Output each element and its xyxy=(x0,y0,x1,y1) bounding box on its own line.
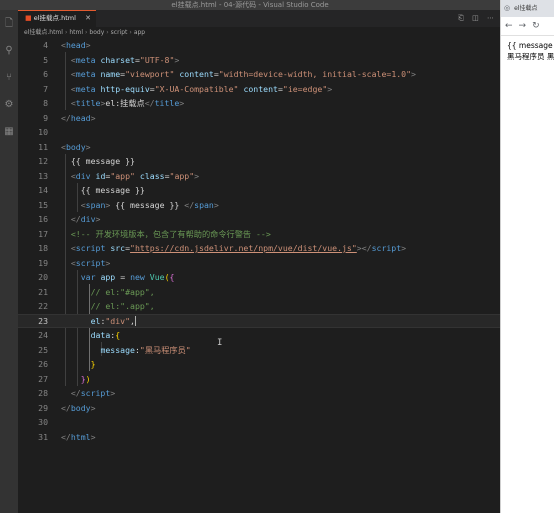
source-control-icon[interactable]: ⑂ xyxy=(0,64,18,91)
text-cursor-icon: I xyxy=(217,338,223,348)
code-line: 13 <div id="app" class="app"> xyxy=(38,170,200,181)
vue-cdn-link[interactable]: "https://cdn.jsdelivr.net/npm/vue/dist/v… xyxy=(130,243,357,253)
globe-icon: ◎ xyxy=(504,4,511,12)
tab-actions: ⎗ ◫ ⋯ xyxy=(452,10,494,27)
code-line: 8 <title>el:挂载点</title> xyxy=(43,98,185,108)
code-line: 10 xyxy=(38,127,48,137)
tab-el-mount[interactable]: ■ el挂载点.html ✕ xyxy=(18,10,96,27)
browser-preview: ◎el挂载点 ← → ↻ {{ message }} 黑马程序员 黑 xyxy=(500,0,554,513)
code-line: 5 <meta charset="UTF-8"> xyxy=(43,54,180,65)
debug-icon[interactable]: ⚙ xyxy=(0,91,18,118)
breadcrumb-app[interactable]: app xyxy=(134,29,145,36)
extensions-icon[interactable]: ▦ xyxy=(0,118,18,145)
code-line: 15 <span> {{ message }} </span> xyxy=(38,199,219,210)
code-line: 26 } xyxy=(38,359,96,369)
editor-tab-bar: ■ el挂载点.html ✕ ⎗ ◫ ⋯ xyxy=(18,10,500,27)
browser-nav: ← → ↻ xyxy=(501,17,554,36)
back-arrow-icon[interactable]: ← xyxy=(505,21,513,31)
reload-icon[interactable]: ↻ xyxy=(532,21,540,31)
code-line: 29 </body> xyxy=(38,402,96,413)
code-line: 4 <head> xyxy=(43,40,91,50)
code-line: 20 var app = new Vue({ xyxy=(38,272,175,282)
code-line: 7 <meta http-equiv="X-UA-Compatible" con… xyxy=(43,83,333,94)
code-line: 14 {{ message }} xyxy=(38,185,145,195)
code-line: 28 </script> xyxy=(38,388,116,398)
breadcrumb-body[interactable]: body xyxy=(89,29,104,36)
browser-tab[interactable]: ◎ el挂载点 xyxy=(501,0,554,17)
html-file-icon: ■ xyxy=(25,14,32,22)
code-line: 27 }) xyxy=(38,373,91,384)
code-line: 22 // el:".app", xyxy=(38,301,155,311)
code-line: 30 xyxy=(38,417,48,427)
tab-label: el挂载点.html xyxy=(33,14,76,22)
code-line: 17 <!-- 开发环境版本，包含了有帮助的命令行警告 --> xyxy=(38,228,271,239)
browser-tab-title: el挂载点 xyxy=(514,5,538,12)
close-icon[interactable]: ✕ xyxy=(85,11,91,26)
code-line: 24 data:{ xyxy=(38,330,121,340)
text-caret xyxy=(134,316,136,326)
code-line: 19 <script> xyxy=(38,257,111,268)
code-editor[interactable]: 4 <head> 5 <meta charset="UTF-8"> 6 <meta… xyxy=(18,38,500,513)
breadcrumb-file[interactable]: el挂载点.html xyxy=(24,29,63,36)
code-line: 18 <script src="https://cdn.jsdelivr.net… xyxy=(38,243,407,253)
files-icon[interactable]: 🗋 xyxy=(0,10,18,37)
code-line: 12 {{ message }} xyxy=(38,156,135,166)
breadcrumb-html[interactable]: html xyxy=(69,29,83,36)
code-line: 31 </html> xyxy=(38,431,96,442)
code-line: 9 </head> xyxy=(43,112,96,123)
code-line: 25 message:"黑马程序员" xyxy=(38,344,191,355)
more-icon[interactable]: ⋯ xyxy=(487,14,494,22)
code-line: 11 <body> xyxy=(38,141,91,152)
activity-bar: 🗋 ⚲ ⑂ ⚙ ▦ xyxy=(0,10,18,513)
code-line: 6 <meta name="viewport" content="width=d… xyxy=(43,69,416,79)
code-line-current: 23 el:"div", xyxy=(18,313,500,328)
breadcrumb: el挂载点.html › html › body › script › app xyxy=(18,27,500,38)
page-text-line: 黑马程序员 黑 xyxy=(507,52,554,61)
split-editor-icon[interactable]: ◫ xyxy=(472,14,479,22)
browser-page-content: {{ message }} 黑马程序员 黑 xyxy=(501,36,554,62)
code-line: 16 </div> xyxy=(38,214,101,224)
breadcrumb-script[interactable]: script xyxy=(111,29,128,36)
search-icon[interactable]: ⚲ xyxy=(0,37,18,64)
window-title: el挂载点.html - 04-源代码 - Visual Studio Code xyxy=(0,0,500,10)
split-compare-icon[interactable]: ⎗ xyxy=(458,14,464,22)
code-line: 21 // el:"#app", xyxy=(38,286,155,297)
forward-arrow-icon[interactable]: → xyxy=(519,21,527,31)
page-text-line: {{ message }} xyxy=(507,41,554,50)
